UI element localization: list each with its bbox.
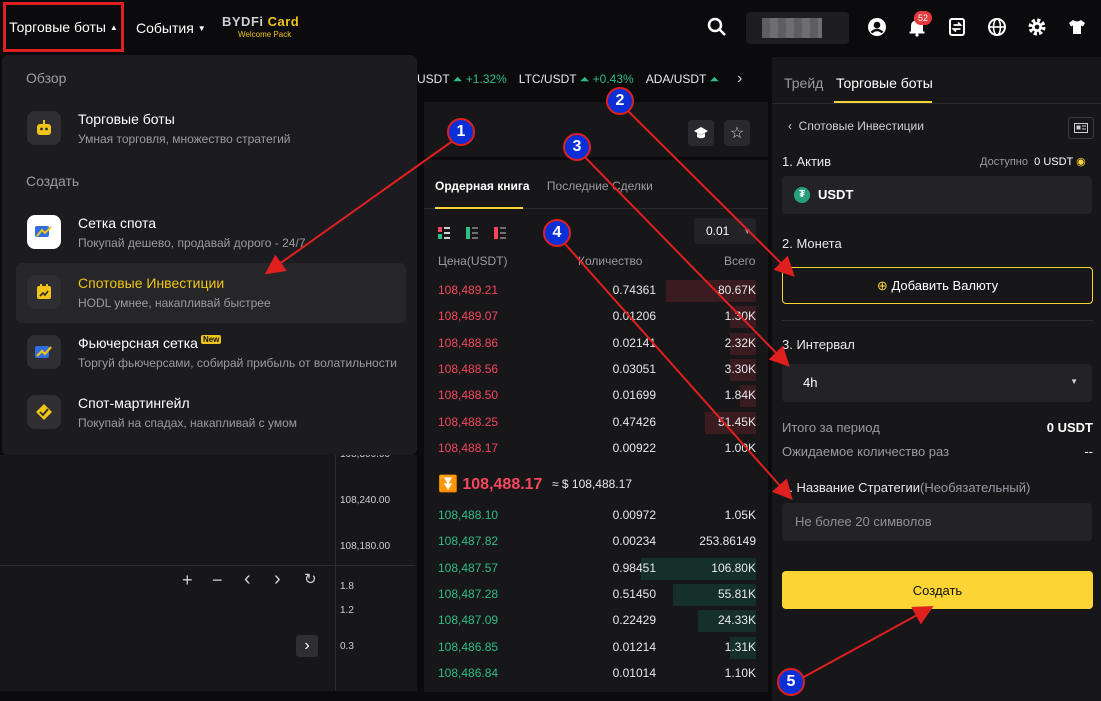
arrow-5 [790, 606, 934, 685]
arrow-3 [577, 149, 790, 367]
annotation-arrows [264, 103, 934, 685]
arrow-1 [264, 134, 462, 275]
arrow-2 [620, 103, 795, 277]
callout-1: 1 [447, 118, 475, 146]
arrow-4 [557, 235, 793, 500]
callout-2: 2 [606, 87, 634, 115]
callout-5: 5 [777, 668, 805, 696]
callout-3: 3 [563, 133, 591, 161]
callout-4: 4 [543, 219, 571, 247]
